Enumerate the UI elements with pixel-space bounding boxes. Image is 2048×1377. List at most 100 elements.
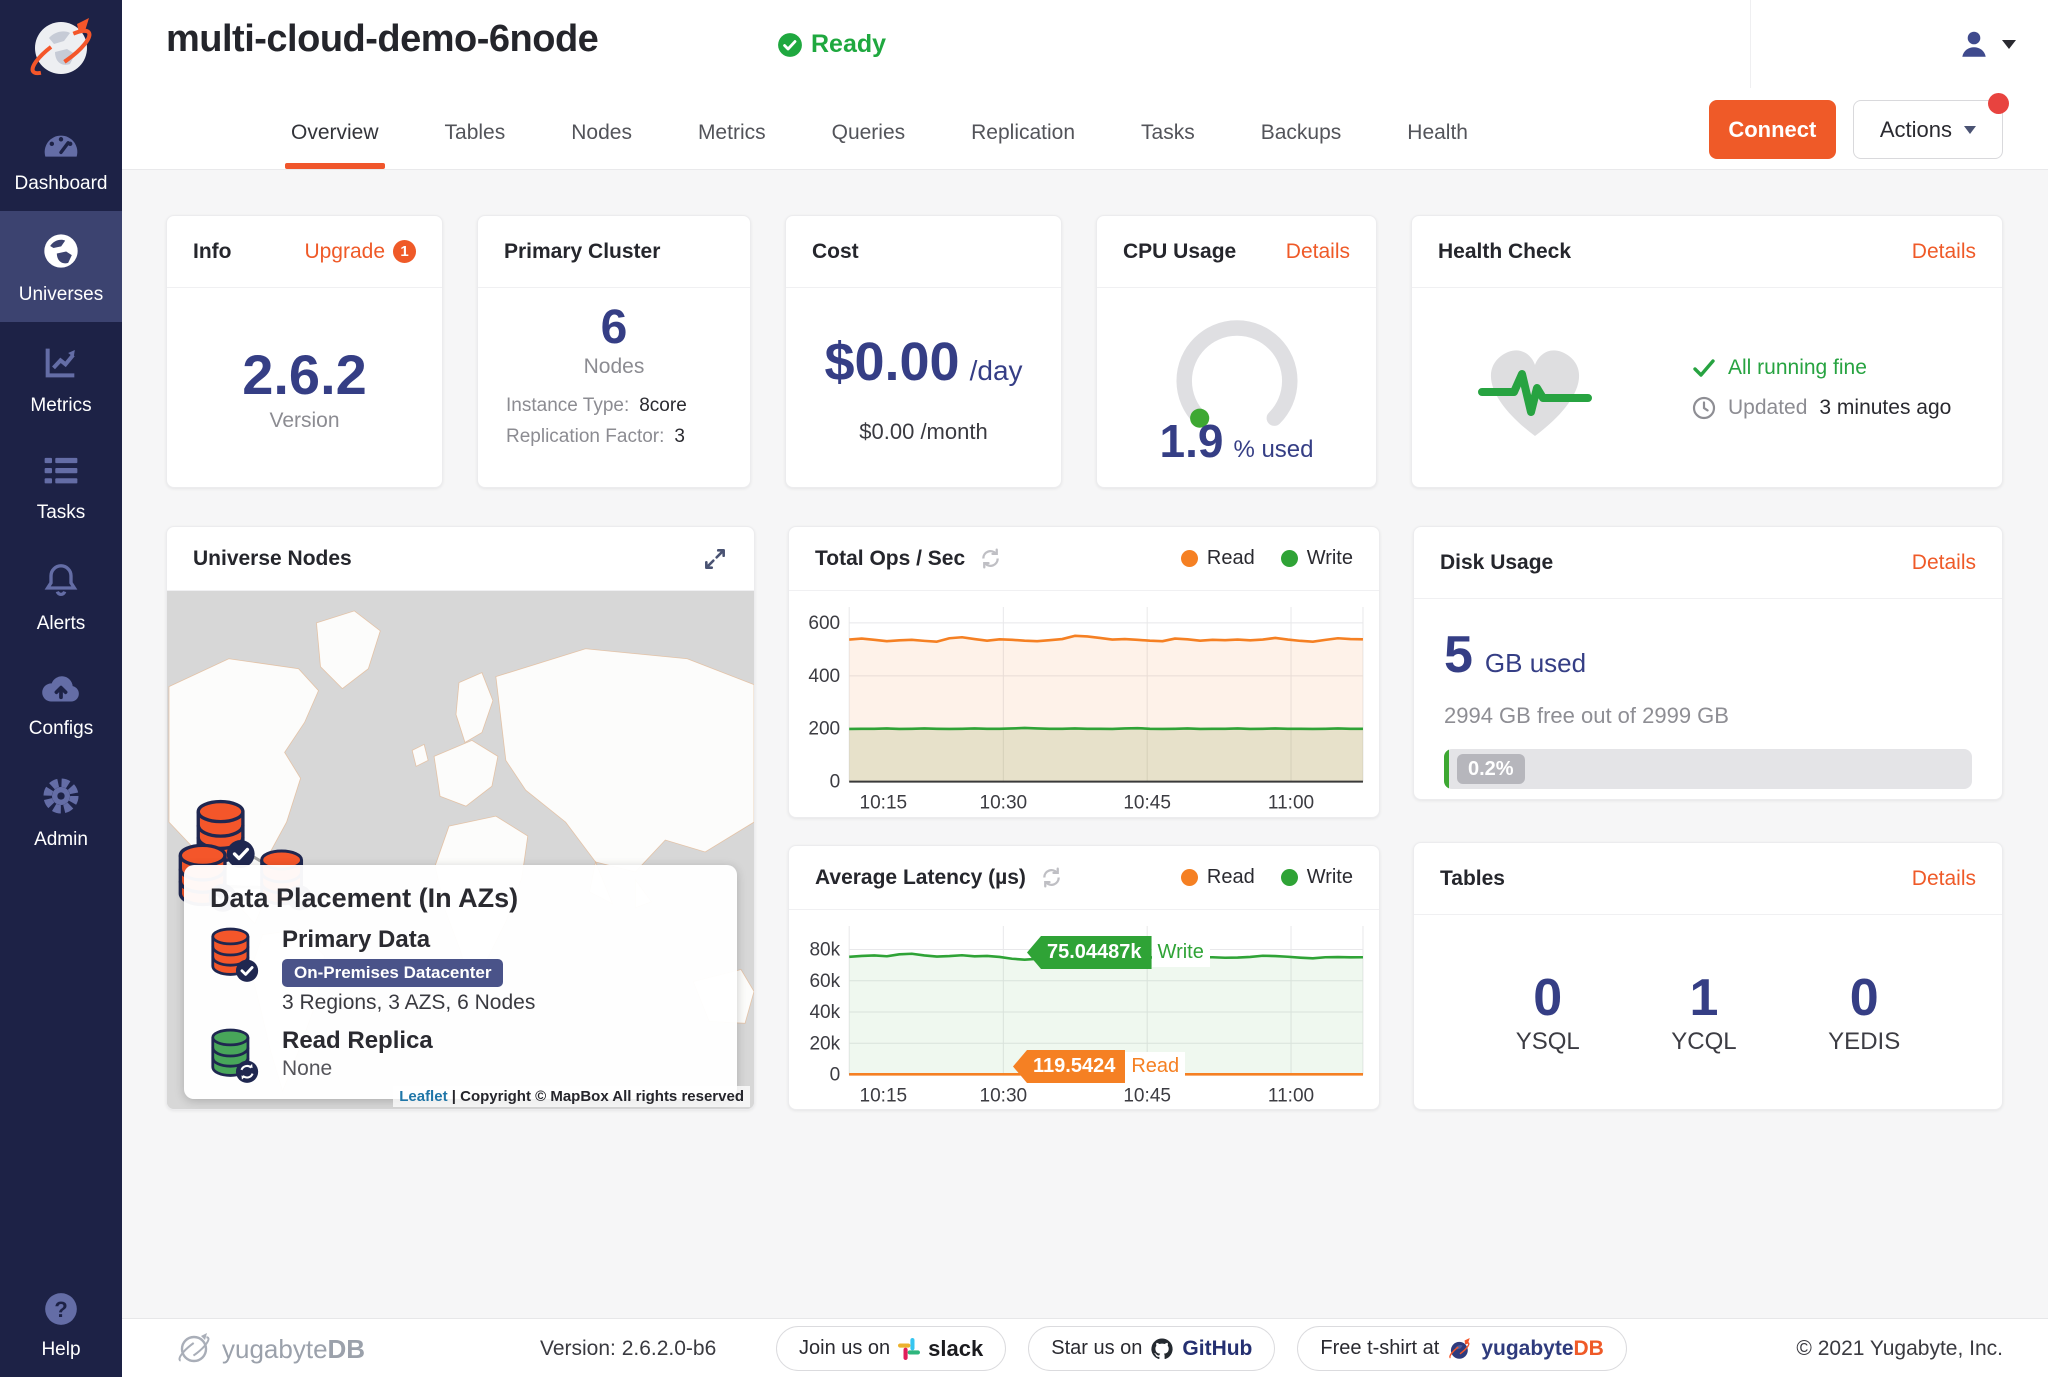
latency-write-annotation: 75.04487k Write — [1027, 936, 1210, 969]
status-text: Ready — [811, 30, 886, 59]
sidebar-item-label: Help — [0, 1339, 122, 1361]
disk-details-link[interactable]: Details — [1912, 551, 1976, 575]
footer: yugabyteDB Version: 2.6.2.0-b6 Join us o… — [122, 1318, 2048, 1377]
sidebar-item-dashboard[interactable]: Dashboard — [0, 106, 122, 211]
connect-button[interactable]: Connect — [1709, 100, 1836, 159]
data-placement-heading: Data Placement (In AZs) — [210, 883, 711, 914]
sidebar-item-tasks[interactable]: Tasks — [0, 433, 122, 540]
notification-dot — [1988, 93, 2009, 114]
cloud-upload-icon — [39, 671, 83, 710]
actions-label: Actions — [1880, 117, 1952, 143]
yedis-count: 0 — [1828, 968, 1900, 1028]
disk-progress-bar: 0.2% — [1444, 749, 1972, 789]
health-status-text: All running fine — [1728, 356, 1867, 380]
row-label: Replication Factor: — [506, 426, 664, 448]
svg-text:0: 0 — [830, 1065, 841, 1086]
tab-overview[interactable]: Overview — [289, 111, 381, 169]
heartbeat-icon — [1474, 332, 1596, 444]
read-legend-label: Read — [1207, 547, 1255, 570]
read-annotation-value: 119.5424 — [1013, 1050, 1125, 1083]
tshirt-brand: yugabyte — [1481, 1337, 1573, 1360]
avg-latency-card: Average Latency (µs) Read Write 020k40k6… — [788, 845, 1380, 1110]
cpu-details-link[interactable]: Details — [1286, 240, 1350, 264]
sidebar-item-label: Metrics — [0, 395, 122, 417]
card-title: Info — [193, 240, 231, 264]
tab-replication[interactable]: Replication — [969, 111, 1077, 169]
sidebar-item-label: Dashboard — [0, 173, 122, 195]
chart-legend: Read Write — [1181, 866, 1353, 889]
topbar: multi-cloud-demo-6node Ready Overview Ta… — [122, 0, 2048, 170]
svg-text:10:15: 10:15 — [859, 1086, 907, 1107]
placement-summary: 3 Regions, 3 AZS, 6 Nodes — [282, 991, 535, 1015]
datacenter-badge: On-Premises Datacenter — [282, 959, 503, 987]
nodes-count: 6 — [478, 300, 750, 355]
sidebar: Dashboard Universes Metrics Tasks Alerts — [0, 0, 122, 1377]
ysql-count: 0 — [1516, 968, 1580, 1028]
sidebar-item-universes[interactable]: Universes — [0, 211, 122, 322]
tab-tables[interactable]: Tables — [443, 111, 508, 169]
slack-button[interactable]: Join us on slack — [776, 1326, 1006, 1371]
refresh-icon[interactable] — [979, 547, 1002, 570]
upgrade-label: Upgrade — [304, 240, 385, 264]
write-legend-dot — [1281, 550, 1298, 567]
svg-text:10:30: 10:30 — [979, 793, 1027, 814]
sidebar-item-configs[interactable]: Configs — [0, 651, 122, 756]
tab-metrics[interactable]: Metrics — [696, 111, 768, 169]
primary-cluster-card: Primary Cluster 6 Nodes Instance Type: 8… — [477, 215, 751, 488]
health-details-link[interactable]: Details — [1912, 240, 1976, 264]
card-title: Tables — [1440, 867, 1505, 891]
chart-legend: Read Write — [1181, 547, 1353, 570]
tab-nodes[interactable]: Nodes — [569, 111, 634, 169]
footer-brand: yugabyteDB — [174, 1329, 365, 1369]
write-annotation-label: Write — [1152, 938, 1210, 967]
world-map[interactable]: Data Placement (In AZs) Primary Data On-… — [167, 591, 754, 1109]
info-card: Info Upgrade 1 2.6.2 Version — [166, 215, 443, 488]
yugabyte-logo-icon[interactable] — [19, 8, 103, 92]
summary-cards-row: Info Upgrade 1 2.6.2 Version Primary Clu… — [166, 215, 2003, 488]
tab-queries[interactable]: Queries — [830, 111, 908, 169]
chart-icon — [41, 342, 81, 387]
sidebar-item-label: Alerts — [0, 613, 122, 635]
card-title: Total Ops / Sec — [815, 547, 965, 571]
sidebar-item-metrics[interactable]: Metrics — [0, 322, 122, 433]
write-legend-dot — [1281, 869, 1298, 886]
tab-health[interactable]: Health — [1405, 111, 1470, 169]
leaflet-link[interactable]: Leaflet — [399, 1088, 447, 1105]
tshirt-button[interactable]: Free t-shirt at yugabyteDB — [1297, 1326, 1626, 1371]
expand-icon[interactable] — [702, 546, 728, 572]
svg-text:10:45: 10:45 — [1123, 793, 1171, 814]
refresh-icon[interactable] — [1040, 866, 1063, 889]
replication-factor-row: Replication Factor: 3 — [506, 426, 750, 448]
tab-backups[interactable]: Backups — [1259, 111, 1344, 169]
user-menu[interactable] — [1750, 0, 2048, 88]
clock-icon — [1692, 396, 1716, 420]
right-column: Disk Usage Details 5 GB used 2994 GB fre… — [1413, 526, 2003, 1110]
gauge-icon — [40, 126, 82, 165]
tables-details-link[interactable]: Details — [1912, 867, 1976, 891]
upgrade-link[interactable]: Upgrade 1 — [304, 240, 416, 264]
read-replica-value: None — [282, 1057, 433, 1081]
check-circle-icon — [777, 32, 803, 58]
sidebar-item-alerts[interactable]: Alerts — [0, 540, 122, 651]
github-button[interactable]: Star us on GitHub — [1028, 1326, 1275, 1371]
disk-used-unit: GB used — [1485, 648, 1586, 679]
svg-text:60k: 60k — [809, 971, 840, 992]
svg-text:11:00: 11:00 — [1268, 1086, 1314, 1107]
card-title: Average Latency (µs) — [815, 866, 1026, 890]
health-check-card: Health Check Details All running fine Up… — [1411, 215, 2003, 488]
card-title: Primary Cluster — [504, 240, 660, 264]
sidebar-item-help[interactable]: ? Help — [0, 1290, 122, 1361]
sidebar-item-admin[interactable]: Admin — [0, 756, 122, 867]
row-value: 8core — [639, 395, 687, 417]
card-title: Health Check — [1438, 240, 1571, 264]
brand-suffix: DB — [328, 1334, 366, 1364]
tshirt-brand-suffix: DB — [1574, 1337, 1604, 1360]
actions-button[interactable]: Actions — [1853, 100, 2003, 159]
github-prefix: Star us on — [1051, 1337, 1142, 1360]
slack-label: slack — [928, 1336, 983, 1362]
sidebar-item-label: Universes — [0, 284, 122, 306]
row-label: Instance Type: — [506, 395, 629, 417]
cost-per-month: $0.00 /month — [859, 419, 987, 445]
tab-tasks[interactable]: Tasks — [1139, 111, 1197, 169]
disk-percent-badge: 0.2% — [1457, 754, 1525, 784]
